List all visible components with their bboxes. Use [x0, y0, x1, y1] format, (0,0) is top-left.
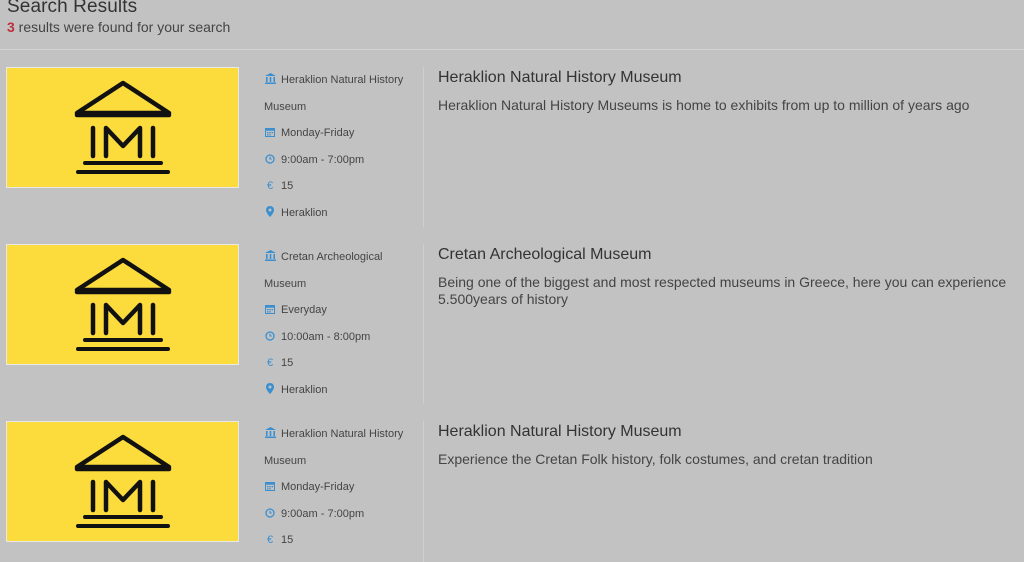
result-card[interactable]: Cretan Archeological Museum Everyday 10:… — [0, 244, 1024, 421]
museum-thumbnail[interactable] — [6, 244, 239, 365]
clock-icon — [264, 153, 276, 167]
result-title[interactable]: Cretan Archeological Museum — [438, 246, 651, 264]
euro-icon: € — [266, 534, 274, 546]
meta-location: Heraklion — [264, 205, 327, 220]
meta-hours: 9:00am - 7:00pm — [264, 153, 364, 167]
meta-name: Heraklion Natural History — [264, 427, 403, 441]
meta-name-continued: Museum — [264, 100, 307, 113]
meta-price: €15 — [264, 179, 293, 193]
result-description: Being one of the biggest and most respec… — [438, 274, 1007, 307]
map-marker-icon — [264, 382, 276, 397]
meta-price: €15 — [264, 533, 293, 547]
result-card[interactable]: Heraklion Natural History Museum Monday-… — [0, 421, 1024, 562]
result-title[interactable]: Heraklion Natural History Museum — [438, 423, 682, 441]
museum-building-icon — [74, 80, 172, 174]
results-summary: 3 results were found for your search — [7, 19, 230, 35]
map-marker-icon — [264, 205, 276, 220]
meta-name: Heraklion Natural History — [264, 73, 403, 87]
meta-days: Monday-Friday — [264, 480, 354, 494]
results-header: Search Results 3 results were found for … — [0, 0, 1024, 50]
museum-icon — [264, 250, 276, 264]
euro-icon: € — [266, 180, 274, 192]
meta-days: Monday-Friday — [264, 126, 354, 140]
column-divider — [423, 421, 424, 562]
calendar-icon — [264, 303, 276, 317]
museum-thumbnail[interactable] — [6, 421, 239, 542]
column-divider — [423, 67, 424, 227]
calendar-icon — [264, 126, 276, 140]
result-description: Experience the Cretan Folk history, folk… — [438, 451, 873, 467]
museum-building-icon — [74, 434, 172, 528]
meta-price: €15 — [264, 356, 293, 370]
page-title: Search Results — [7, 0, 138, 17]
meta-name-continued: Museum — [264, 277, 307, 290]
calendar-icon — [264, 480, 276, 494]
meta-hours: 10:00am - 8:00pm — [264, 330, 370, 344]
results-summary-text: results were found for your search — [14, 19, 231, 35]
meta-location: Heraklion — [264, 382, 327, 397]
result-description: Heraklion Natural History Museums is hom… — [438, 97, 970, 113]
meta-name: Cretan Archeological — [264, 250, 383, 264]
meta-name-continued: Museum — [264, 454, 307, 467]
meta-days: Everyday — [264, 303, 327, 317]
result-title[interactable]: Heraklion Natural History Museum — [438, 69, 682, 87]
museum-icon — [264, 427, 276, 441]
euro-icon: € — [266, 357, 274, 369]
column-divider — [423, 244, 424, 404]
museum-icon — [264, 73, 276, 87]
result-card[interactable]: Heraklion Natural History Museum Monday-… — [0, 67, 1024, 244]
museum-thumbnail[interactable] — [6, 67, 239, 188]
museum-building-icon — [74, 257, 172, 351]
meta-hours: 9:00am - 7:00pm — [264, 507, 364, 521]
clock-icon — [264, 507, 276, 521]
results-count: 3 — [7, 19, 15, 35]
clock-icon — [264, 330, 276, 344]
